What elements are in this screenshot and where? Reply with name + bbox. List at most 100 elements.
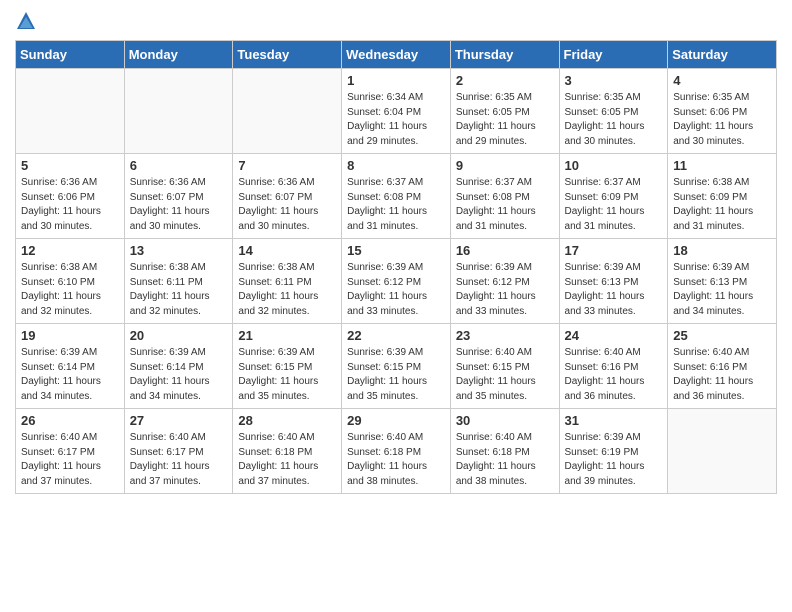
day-number: 10: [565, 158, 663, 173]
week-row-3: 12 Sunrise: 6:38 AM Sunset: 6:10 PM Dayli…: [16, 239, 777, 324]
calendar-cell: 23 Sunrise: 6:40 AM Sunset: 6:15 PM Dayli…: [450, 324, 559, 409]
calendar-table: SundayMondayTuesdayWednesdayThursdayFrid…: [15, 40, 777, 494]
weekday-header-saturday: Saturday: [668, 41, 777, 69]
day-info: Sunrise: 6:40 AM Sunset: 6:15 PM Dayligh…: [456, 346, 554, 404]
day-info: Sunrise: 6:37 AM Sunset: 6:08 PM Dayligh…: [456, 176, 554, 234]
day-info: Sunrise: 6:34 AM Sunset: 6:04 PM Dayligh…: [347, 91, 445, 149]
day-number: 1: [347, 73, 445, 88]
day-number: 27: [130, 413, 228, 428]
day-number: 17: [565, 243, 663, 258]
weekday-header-row: SundayMondayTuesdayWednesdayThursdayFrid…: [16, 41, 777, 69]
day-number: 12: [21, 243, 119, 258]
week-row-2: 5 Sunrise: 6:36 AM Sunset: 6:06 PM Daylig…: [16, 154, 777, 239]
day-number: 25: [673, 328, 771, 343]
day-number: 15: [347, 243, 445, 258]
day-info: Sunrise: 6:40 AM Sunset: 6:16 PM Dayligh…: [673, 346, 771, 404]
calendar-cell: 21Sunrise: 6:39 AM Sunset: 6:15 PM Dayli…: [233, 324, 342, 409]
week-row-4: 19Sunrise: 6:39 AM Sunset: 6:14 PM Dayli…: [16, 324, 777, 409]
calendar-cell: 14 Sunrise: 6:38 AM Sunset: 6:11 PM Dayli…: [233, 239, 342, 324]
week-row-1: 1 Sunrise: 6:34 AM Sunset: 6:04 PM Daylig…: [16, 69, 777, 154]
day-info: Sunrise: 6:39 AM Sunset: 6:14 PM Dayligh…: [21, 346, 119, 404]
day-info: Sunrise: 6:39 AM Sunset: 6:12 PM Dayligh…: [456, 261, 554, 319]
day-info: Sunrise: 6:38 AM Sunset: 6:10 PM Dayligh…: [21, 261, 119, 319]
day-info: Sunrise: 6:40 AM Sunset: 6:18 PM Dayligh…: [238, 431, 336, 489]
calendar-cell: 1 Sunrise: 6:34 AM Sunset: 6:04 PM Daylig…: [342, 69, 451, 154]
calendar-cell: 30 Sunrise: 6:40 AM Sunset: 6:18 PM Dayli…: [450, 409, 559, 494]
logo-icon: [15, 10, 37, 32]
calendar-cell: 16 Sunrise: 6:39 AM Sunset: 6:12 PM Dayli…: [450, 239, 559, 324]
calendar-cell: 12 Sunrise: 6:38 AM Sunset: 6:10 PM Dayli…: [16, 239, 125, 324]
day-info: Sunrise: 6:40 AM Sunset: 6:16 PM Dayligh…: [565, 346, 663, 404]
day-number: 7: [238, 158, 336, 173]
day-number: 16: [456, 243, 554, 258]
day-number: 28: [238, 413, 336, 428]
day-info: Sunrise: 6:37 AM Sunset: 6:09 PM Dayligh…: [565, 176, 663, 234]
day-number: 2: [456, 73, 554, 88]
page-header: [15, 10, 777, 32]
day-info: Sunrise: 6:39 AM Sunset: 6:15 PM Dayligh…: [238, 346, 336, 404]
day-info: Sunrise: 6:35 AM Sunset: 6:05 PM Dayligh…: [456, 91, 554, 149]
day-number: 4: [673, 73, 771, 88]
day-info: Sunrise: 6:38 AM Sunset: 6:11 PM Dayligh…: [130, 261, 228, 319]
day-number: 8: [347, 158, 445, 173]
day-info: Sunrise: 6:39 AM Sunset: 6:15 PM Dayligh…: [347, 346, 445, 404]
day-info: Sunrise: 6:36 AM Sunset: 6:06 PM Dayligh…: [21, 176, 119, 234]
calendar-cell: 3Sunrise: 6:35 AM Sunset: 6:05 PM Daylig…: [559, 69, 668, 154]
calendar-cell: 11Sunrise: 6:38 AM Sunset: 6:09 PM Dayli…: [668, 154, 777, 239]
day-number: 18: [673, 243, 771, 258]
day-info: Sunrise: 6:37 AM Sunset: 6:08 PM Dayligh…: [347, 176, 445, 234]
day-info: Sunrise: 6:39 AM Sunset: 6:19 PM Dayligh…: [565, 431, 663, 489]
day-info: Sunrise: 6:38 AM Sunset: 6:11 PM Dayligh…: [238, 261, 336, 319]
day-number: 3: [565, 73, 663, 88]
day-info: Sunrise: 6:38 AM Sunset: 6:09 PM Dayligh…: [673, 176, 771, 234]
day-info: Sunrise: 6:39 AM Sunset: 6:14 PM Dayligh…: [130, 346, 228, 404]
calendar-cell: [124, 69, 233, 154]
day-info: Sunrise: 6:39 AM Sunset: 6:13 PM Dayligh…: [565, 261, 663, 319]
calendar-cell: 6 Sunrise: 6:36 AM Sunset: 6:07 PM Daylig…: [124, 154, 233, 239]
day-info: Sunrise: 6:36 AM Sunset: 6:07 PM Dayligh…: [130, 176, 228, 234]
day-number: 29: [347, 413, 445, 428]
calendar-cell: 26 Sunrise: 6:40 AM Sunset: 6:17 PM Dayli…: [16, 409, 125, 494]
day-number: 26: [21, 413, 119, 428]
calendar-cell: 29 Sunrise: 6:40 AM Sunset: 6:18 PM Dayli…: [342, 409, 451, 494]
logo: [15, 10, 41, 32]
day-info: Sunrise: 6:40 AM Sunset: 6:18 PM Dayligh…: [347, 431, 445, 489]
calendar-cell: 13 Sunrise: 6:38 AM Sunset: 6:11 PM Dayli…: [124, 239, 233, 324]
calendar-cell: [668, 409, 777, 494]
calendar-cell: 28 Sunrise: 6:40 AM Sunset: 6:18 PM Dayli…: [233, 409, 342, 494]
day-info: Sunrise: 6:39 AM Sunset: 6:12 PM Dayligh…: [347, 261, 445, 319]
day-number: 5: [21, 158, 119, 173]
calendar-cell: 27 Sunrise: 6:40 AM Sunset: 6:17 PM Dayli…: [124, 409, 233, 494]
day-info: Sunrise: 6:39 AM Sunset: 6:13 PM Dayligh…: [673, 261, 771, 319]
day-number: 31: [565, 413, 663, 428]
weekday-header-monday: Monday: [124, 41, 233, 69]
calendar-cell: 24 Sunrise: 6:40 AM Sunset: 6:16 PM Dayli…: [559, 324, 668, 409]
calendar-cell: 31 Sunrise: 6:39 AM Sunset: 6:19 PM Dayli…: [559, 409, 668, 494]
calendar-cell: 19Sunrise: 6:39 AM Sunset: 6:14 PM Dayli…: [16, 324, 125, 409]
calendar-cell: 18 Sunrise: 6:39 AM Sunset: 6:13 PM Dayli…: [668, 239, 777, 324]
calendar-cell: 9 Sunrise: 6:37 AM Sunset: 6:08 PM Daylig…: [450, 154, 559, 239]
calendar-cell: 17 Sunrise: 6:39 AM Sunset: 6:13 PM Dayli…: [559, 239, 668, 324]
day-number: 20: [130, 328, 228, 343]
calendar-cell: 8 Sunrise: 6:37 AM Sunset: 6:08 PM Daylig…: [342, 154, 451, 239]
day-info: Sunrise: 6:40 AM Sunset: 6:17 PM Dayligh…: [21, 431, 119, 489]
week-row-5: 26 Sunrise: 6:40 AM Sunset: 6:17 PM Dayli…: [16, 409, 777, 494]
calendar-cell: 15 Sunrise: 6:39 AM Sunset: 6:12 PM Dayli…: [342, 239, 451, 324]
day-number: 14: [238, 243, 336, 258]
calendar-cell: 25 Sunrise: 6:40 AM Sunset: 6:16 PM Dayli…: [668, 324, 777, 409]
calendar-cell: 22 Sunrise: 6:39 AM Sunset: 6:15 PM Dayli…: [342, 324, 451, 409]
day-number: 13: [130, 243, 228, 258]
day-number: 22: [347, 328, 445, 343]
weekday-header-tuesday: Tuesday: [233, 41, 342, 69]
day-info: Sunrise: 6:40 AM Sunset: 6:17 PM Dayligh…: [130, 431, 228, 489]
calendar-cell: [16, 69, 125, 154]
day-info: Sunrise: 6:36 AM Sunset: 6:07 PM Dayligh…: [238, 176, 336, 234]
weekday-header-thursday: Thursday: [450, 41, 559, 69]
day-number: 23: [456, 328, 554, 343]
day-number: 30: [456, 413, 554, 428]
day-number: 9: [456, 158, 554, 173]
day-number: 6: [130, 158, 228, 173]
day-info: Sunrise: 6:40 AM Sunset: 6:18 PM Dayligh…: [456, 431, 554, 489]
day-number: 24: [565, 328, 663, 343]
weekday-header-sunday: Sunday: [16, 41, 125, 69]
